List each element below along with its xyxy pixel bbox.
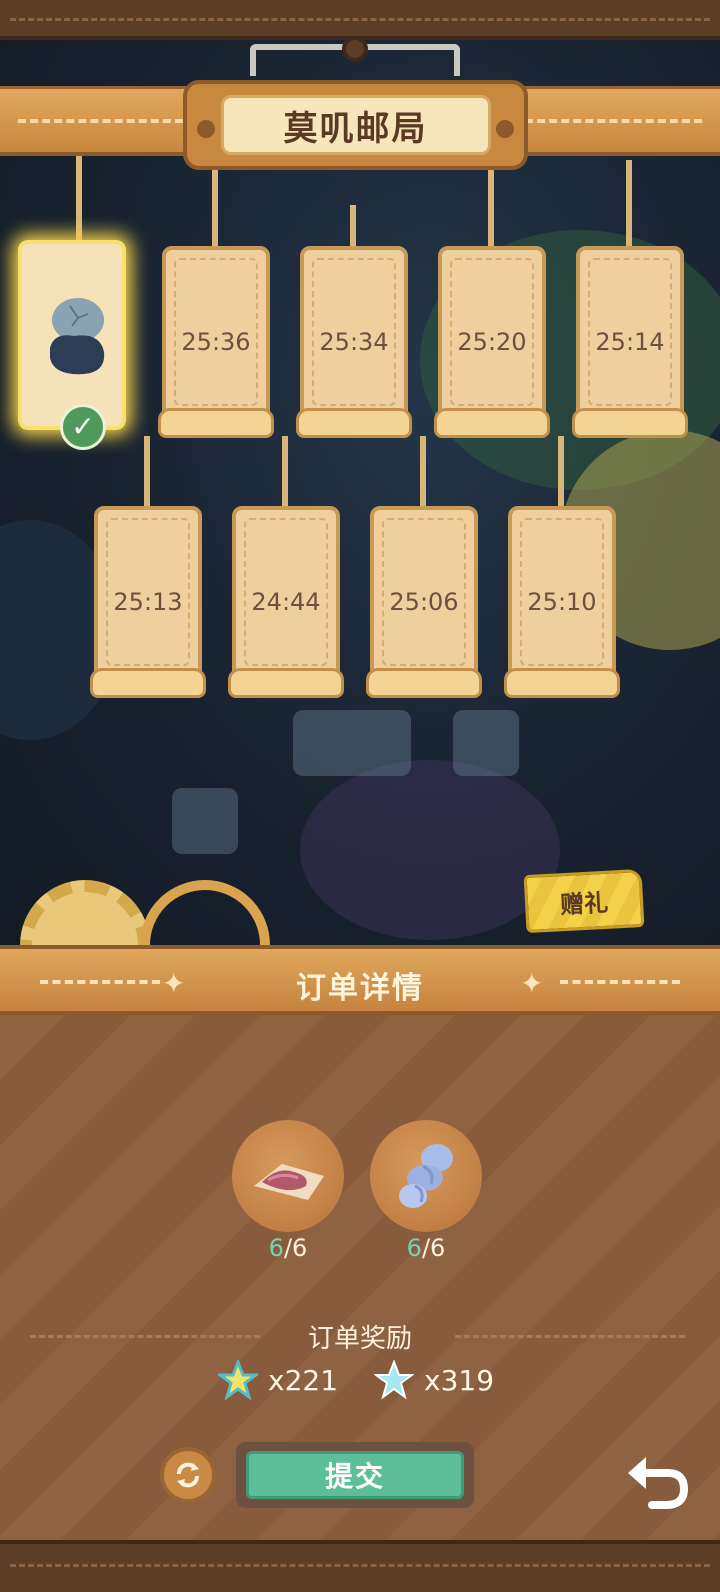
card-rope xyxy=(558,436,564,508)
reward-item: x319 xyxy=(374,1360,494,1400)
scene-item-tile xyxy=(453,710,519,776)
fabric-icon xyxy=(254,1164,324,1200)
letter-timer: 25:13 xyxy=(113,588,183,616)
letter-timer: 25:10 xyxy=(527,588,597,616)
title-plaque: 莫叽邮局 xyxy=(183,80,528,170)
gift-button[interactable]: 赠礼 xyxy=(523,868,645,934)
letter-timer: 25:06 xyxy=(389,588,459,616)
divider xyxy=(455,1335,685,1338)
card-rope xyxy=(420,436,426,508)
refresh-icon xyxy=(177,1462,199,1488)
letter-card[interactable]: 25:14 xyxy=(572,246,688,438)
letter-timer: 25:20 xyxy=(457,328,527,356)
letter-timer: 25:36 xyxy=(181,328,251,356)
reward-amount: x319 xyxy=(424,1363,495,1397)
sparkle-icon: ✦ xyxy=(520,967,544,1000)
gift-label: 赠礼 xyxy=(559,888,609,919)
rock-icon xyxy=(50,298,105,375)
refresh-button[interactable] xyxy=(160,1447,216,1503)
order-item[interactable]: 6/6 xyxy=(232,1120,344,1262)
order-item[interactable]: 6/6 xyxy=(370,1120,482,1262)
order-item-count: 6/6 xyxy=(406,1234,446,1262)
card-rope xyxy=(76,156,82,242)
bottom-frame xyxy=(0,1540,720,1592)
letter-card[interactable]: 24:44 xyxy=(228,506,344,698)
top-frame xyxy=(0,0,720,40)
letter-card[interactable]: 25:34 xyxy=(296,246,412,438)
blue-star-icon xyxy=(374,1360,414,1400)
scene-item-tile xyxy=(172,788,238,854)
letter-card[interactable]: 25:36 xyxy=(158,246,274,438)
order-panel-header: ✦ 订单详情 ✦ xyxy=(0,945,720,1015)
submit-label: 提交 xyxy=(324,1460,385,1493)
order-item-slot xyxy=(370,1120,482,1232)
letter-card[interactable]: 25:06 xyxy=(366,506,482,698)
letter-timer: 25:14 xyxy=(595,328,665,356)
scene-item-tile xyxy=(293,710,411,776)
order-item-count: 6/6 xyxy=(268,1234,308,1262)
page-title: 莫叽邮局 xyxy=(283,108,428,149)
card-rope xyxy=(488,170,494,246)
card-rope xyxy=(212,170,218,246)
letter-card[interactable]: 25:13 xyxy=(90,506,206,698)
submit-button[interactable]: 提交 xyxy=(236,1442,474,1508)
letter-card-completed[interactable]: ✓ xyxy=(18,240,126,450)
letter-timer: 25:34 xyxy=(319,328,389,356)
reward-amount: x221 xyxy=(268,1363,339,1397)
undo-arrow-icon xyxy=(628,1457,689,1509)
letter-timer: 24:44 xyxy=(251,588,321,616)
hanger-knob xyxy=(342,36,368,62)
card-rope xyxy=(350,205,356,246)
card-rope xyxy=(626,160,632,246)
letter-card[interactable]: 25:20 xyxy=(434,246,550,438)
check-icon: ✓ xyxy=(60,404,106,450)
reward-item: x221 xyxy=(218,1360,338,1400)
order-item-slot xyxy=(232,1120,344,1232)
card-rope xyxy=(144,436,150,508)
sparkle-star-icon xyxy=(218,1360,258,1400)
card-rope xyxy=(282,436,288,508)
yarn-icon xyxy=(399,1144,453,1208)
letter-card[interactable]: 25:10 xyxy=(504,506,620,698)
scene-house xyxy=(300,760,560,940)
back-button[interactable] xyxy=(622,1445,692,1515)
order-panel: 6/6 6/6 订单奖励 x221 x319 提交 xyxy=(0,1015,720,1540)
order-title: 订单详情 xyxy=(296,971,424,1006)
